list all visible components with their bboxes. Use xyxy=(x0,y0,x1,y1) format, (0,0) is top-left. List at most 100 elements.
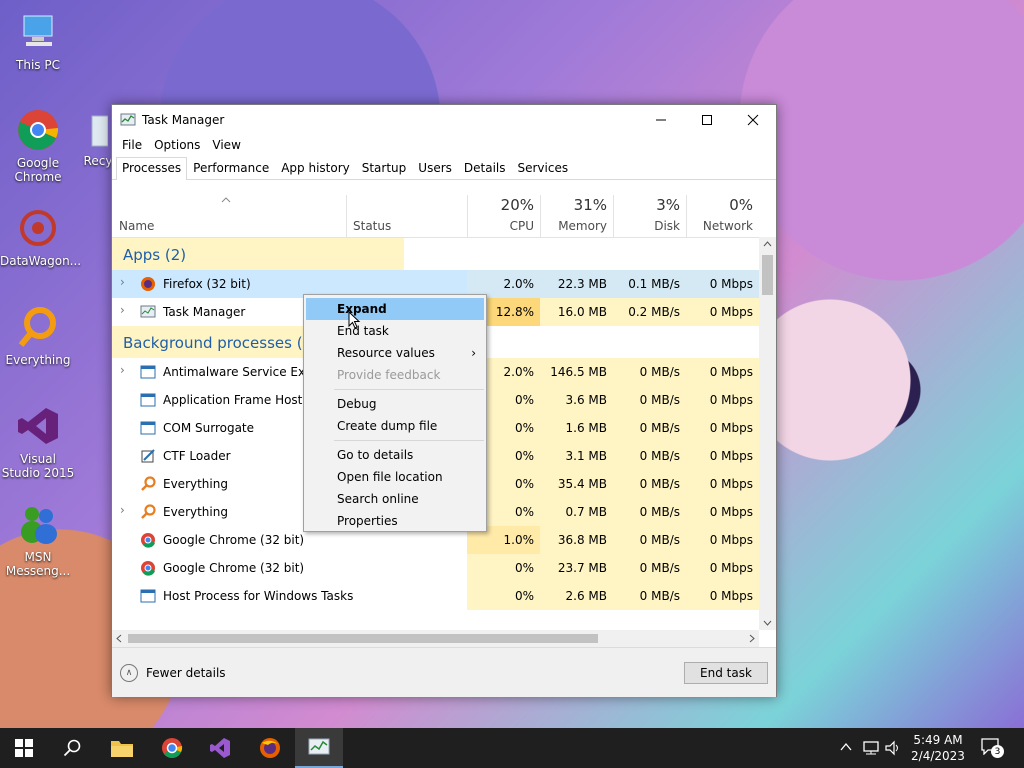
menu-options[interactable]: Options xyxy=(148,138,206,152)
tab-services[interactable]: Services xyxy=(512,157,575,179)
menu-item-expand[interactable]: Expand xyxy=(306,298,484,320)
network-value: 0 Mbps xyxy=(709,561,753,575)
taskbar-visual-studio[interactable] xyxy=(196,728,244,768)
memory-value: 23.7 MB xyxy=(557,561,607,575)
menu-view[interactable]: View xyxy=(206,138,246,152)
menu-item-properties[interactable]: Properties xyxy=(304,510,486,532)
menu-item-debug[interactable]: Debug xyxy=(304,393,486,415)
process-name: Host Process for Windows Tasks xyxy=(163,589,354,603)
window-process-icon xyxy=(140,393,156,407)
taskbar: 5:49 AM 2/4/2023 3 xyxy=(0,728,1024,768)
desktop-icon-msn[interactable]: MSN Messeng... xyxy=(0,502,76,578)
header-cpu-percent: 20% xyxy=(500,196,534,214)
expand-arrow-icon[interactable]: › xyxy=(120,275,125,289)
taskbar-clock[interactable]: 5:49 AM 2/4/2023 xyxy=(906,732,970,764)
process-name: Everything xyxy=(163,505,228,519)
task-manager-icon xyxy=(140,305,156,318)
header-memory-percent: 31% xyxy=(573,196,607,214)
fewer-details-button[interactable]: ∧ Fewer details xyxy=(120,664,226,682)
search-button[interactable] xyxy=(48,728,96,768)
tab-performance[interactable]: Performance xyxy=(187,157,275,179)
header-network[interactable]: Network xyxy=(686,219,753,233)
menu-item-go-to-details[interactable]: Go to details xyxy=(304,444,486,466)
action-center-button[interactable]: 3 xyxy=(980,737,1004,759)
submenu-arrow-icon: › xyxy=(471,346,476,360)
expand-arrow-icon[interactable]: › xyxy=(120,363,125,377)
volume-icon[interactable] xyxy=(884,740,902,756)
header-status[interactable]: Status xyxy=(353,219,391,233)
desktop-icon-this-pc[interactable]: This PC xyxy=(0,10,76,72)
tab-app-history[interactable]: App history xyxy=(275,157,356,179)
network-value: 0 Mbps xyxy=(709,449,753,463)
scroll-up-icon[interactable] xyxy=(763,241,772,247)
desktop-icon-datawagon[interactable]: DataWagon... xyxy=(0,206,81,268)
horizontal-scroll-thumb[interactable] xyxy=(128,634,598,643)
menu-item-end-task[interactable]: End task xyxy=(304,320,486,342)
minimize-button[interactable] xyxy=(638,105,684,135)
expand-arrow-icon[interactable]: › xyxy=(120,503,125,517)
header-cpu[interactable]: CPU xyxy=(467,219,534,233)
disk-value: 0 MB/s xyxy=(639,505,680,519)
window-process-icon xyxy=(140,589,156,603)
network-value: 0 Mbps xyxy=(709,477,753,491)
menu-file[interactable]: File xyxy=(116,138,148,152)
process-name: Antimalware Service Execu xyxy=(163,365,327,379)
desktop-icon-chrome[interactable]: Google Chrome xyxy=(0,108,76,184)
header-name[interactable]: Name xyxy=(119,219,154,233)
memory-value: 16.0 MB xyxy=(557,305,607,319)
menu-item-resource-values[interactable]: Resource values › xyxy=(304,342,486,364)
maximize-button[interactable] xyxy=(684,105,730,135)
taskbar-file-explorer[interactable] xyxy=(98,728,146,768)
show-hidden-icons-icon[interactable] xyxy=(840,742,852,752)
memory-value: 0.7 MB xyxy=(565,505,607,519)
table-row[interactable]: Google Chrome (32 bit) 0% 23.7 MB 0 MB/s… xyxy=(112,554,759,582)
windows-logo-icon xyxy=(15,739,33,757)
close-button[interactable] xyxy=(730,105,776,135)
disk-value: 0 MB/s xyxy=(639,393,680,407)
vertical-scrollbar[interactable] xyxy=(759,237,776,630)
menu-item-search-online[interactable]: Search online xyxy=(304,488,486,510)
network-icon[interactable] xyxy=(862,740,880,756)
process-name: Everything xyxy=(163,477,228,491)
header-network-percent: 0% xyxy=(729,196,753,214)
memory-value: 2.6 MB xyxy=(565,589,607,603)
memory-value: 22.3 MB xyxy=(557,277,607,291)
scroll-right-icon[interactable] xyxy=(749,634,755,643)
taskbar-firefox[interactable] xyxy=(246,728,294,768)
chrome-icon xyxy=(141,533,155,548)
header-disk[interactable]: Disk xyxy=(613,219,680,233)
task-manager-icon xyxy=(308,738,330,755)
expand-arrow-icon[interactable]: › xyxy=(120,303,125,317)
process-name: Firefox (32 bit) xyxy=(163,277,251,291)
process-name: COM Surrogate xyxy=(163,421,255,435)
firefox-icon xyxy=(260,738,280,758)
header-memory[interactable]: Memory xyxy=(540,219,607,233)
disk-value: 0 MB/s xyxy=(639,449,680,463)
end-task-button[interactable]: End task xyxy=(684,662,768,684)
scroll-left-icon[interactable] xyxy=(116,634,122,643)
tab-processes[interactable]: Processes xyxy=(116,157,188,180)
tab-users[interactable]: Users xyxy=(412,157,458,179)
table-row[interactable]: Host Process for Windows Tasks 0% 2.6 MB… xyxy=(112,582,759,610)
start-button[interactable] xyxy=(0,728,48,768)
desktop-icon-visual-studio[interactable]: Visual Studio 2015 xyxy=(0,404,76,480)
chrome-icon xyxy=(162,738,183,758)
disk-value: 0 MB/s xyxy=(639,477,680,491)
taskbar-chrome[interactable] xyxy=(148,728,196,768)
network-value: 0 Mbps xyxy=(709,533,753,547)
sort-up-icon[interactable] xyxy=(220,196,232,204)
horizontal-scrollbar[interactable] xyxy=(112,630,759,647)
title-bar[interactable]: Task Manager xyxy=(112,105,776,135)
tab-details[interactable]: Details xyxy=(458,157,512,179)
msn-messenger-icon xyxy=(21,507,57,544)
taskbar-task-manager[interactable] xyxy=(295,728,343,768)
menu-item-create-dump-file[interactable]: Create dump file xyxy=(304,415,486,437)
memory-value: 1.6 MB xyxy=(565,421,607,435)
menu-item-open-file-location[interactable]: Open file location xyxy=(304,466,486,488)
vertical-scroll-thumb[interactable] xyxy=(762,255,773,295)
disk-value: 0.1 MB/s xyxy=(628,277,680,291)
window-title: Task Manager xyxy=(142,113,225,127)
desktop-icon-everything[interactable]: Everything xyxy=(0,305,76,367)
scroll-down-icon[interactable] xyxy=(763,620,772,626)
tab-startup[interactable]: Startup xyxy=(356,157,413,179)
